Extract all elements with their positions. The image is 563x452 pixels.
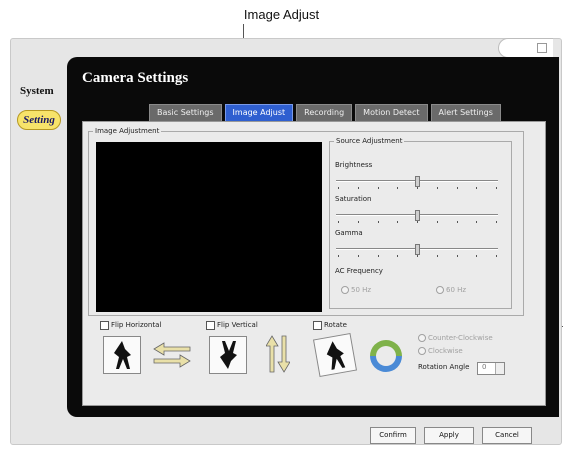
slider-tick xyxy=(358,255,359,257)
flip-horizontal-preview-icon xyxy=(103,336,141,374)
flip-vertical-checkbox[interactable] xyxy=(206,321,215,330)
flip-horizontal-arrows-icon xyxy=(153,342,191,368)
slider-tick xyxy=(496,187,497,189)
radio-60hz-label: 60 Hz xyxy=(446,286,467,294)
slider-tick xyxy=(358,187,359,189)
rotation-angle-stepper[interactable]: 0 xyxy=(477,362,505,375)
brightness-label: Brightness xyxy=(335,161,373,169)
flip-vertical-label: Flip Vertical xyxy=(217,321,258,329)
window-control[interactable] xyxy=(498,38,553,58)
slider-tick xyxy=(417,255,418,257)
slider-tick xyxy=(397,221,398,223)
saturation-slider[interactable] xyxy=(336,210,498,223)
tab-image-adjust[interactable]: Image Adjust xyxy=(224,104,294,121)
gamma-label: Gamma xyxy=(335,229,363,237)
tab-recording[interactable]: Recording xyxy=(296,104,353,121)
slider-tick xyxy=(457,187,458,189)
slider-tick xyxy=(397,255,398,257)
slider-tick xyxy=(338,221,339,223)
slider-tick xyxy=(338,187,339,189)
rotate-label: Rotate xyxy=(324,321,347,329)
slider-tick xyxy=(496,255,497,257)
gamma-slider[interactable] xyxy=(336,244,498,257)
slider-tick xyxy=(378,221,379,223)
rotation-angle-label: Rotation Angle xyxy=(418,363,470,371)
slider-tick xyxy=(457,221,458,223)
tab-motion-detect[interactable]: Motion Detect xyxy=(355,104,428,121)
slider-tick xyxy=(496,221,497,223)
slider-tick xyxy=(378,187,379,189)
sidebar-setting-button[interactable]: Setting xyxy=(17,110,61,130)
image-adjustment-legend: Image Adjustment xyxy=(95,127,160,135)
apply-button[interactable]: Apply xyxy=(424,427,474,444)
slider-tick xyxy=(437,187,438,189)
brightness-slider[interactable] xyxy=(336,176,498,189)
stepper-buttons[interactable] xyxy=(495,363,504,374)
source-adjustment-legend: Source Adjustment xyxy=(336,137,403,145)
clockwise-label: Clockwise xyxy=(428,347,463,355)
ac-frequency-label: AC Frequency xyxy=(335,267,383,275)
slider-tick xyxy=(417,187,418,189)
video-preview xyxy=(96,142,322,312)
slider-tick xyxy=(457,255,458,257)
slider-tick xyxy=(437,221,438,223)
counter-clockwise-label: Counter-Clockwise xyxy=(428,334,493,342)
rotate-checkbox[interactable] xyxy=(313,321,322,330)
callout-title: Image Adjust xyxy=(243,7,320,22)
restore-icon[interactable] xyxy=(537,43,547,53)
slider-tick xyxy=(437,255,438,257)
confirm-button[interactable]: Confirm xyxy=(370,427,416,444)
slider-thumb[interactable] xyxy=(415,210,420,221)
tab-alert-settings[interactable]: Alert Settings xyxy=(430,104,501,121)
slider-tick xyxy=(397,187,398,189)
radio-50hz-label: 50 Hz xyxy=(351,286,372,294)
counter-clockwise-radio[interactable] xyxy=(418,334,426,342)
panel-title: Camera Settings xyxy=(82,70,189,86)
slider-tick xyxy=(476,255,477,257)
flip-horizontal-checkbox[interactable] xyxy=(100,321,109,330)
slider-tick xyxy=(476,221,477,223)
radio-50hz[interactable] xyxy=(341,286,349,294)
slider-thumb[interactable] xyxy=(415,176,420,187)
flip-horizontal-label: Flip Horizontal xyxy=(111,321,162,329)
saturation-label: Saturation xyxy=(335,195,372,203)
radio-60hz[interactable] xyxy=(436,286,444,294)
slider-tick xyxy=(417,221,418,223)
tab-bar: Basic Settings Image Adjust Recording Mo… xyxy=(149,104,501,121)
slider-tick xyxy=(476,187,477,189)
slider-tick xyxy=(338,255,339,257)
cancel-button[interactable]: Cancel xyxy=(482,427,532,444)
rotate-arrows-icon xyxy=(370,340,402,372)
rotation-angle-value: 0 xyxy=(482,363,487,371)
rotate-preview-icon xyxy=(312,332,358,378)
flip-vertical-arrows-icon xyxy=(266,335,290,373)
slider-tick xyxy=(378,255,379,257)
slider-thumb[interactable] xyxy=(415,244,420,255)
tab-basic-settings[interactable]: Basic Settings xyxy=(149,104,222,121)
clockwise-radio[interactable] xyxy=(418,347,426,355)
flip-vertical-preview-icon xyxy=(209,336,247,374)
sidebar-title: System xyxy=(20,85,54,97)
slider-tick xyxy=(358,221,359,223)
